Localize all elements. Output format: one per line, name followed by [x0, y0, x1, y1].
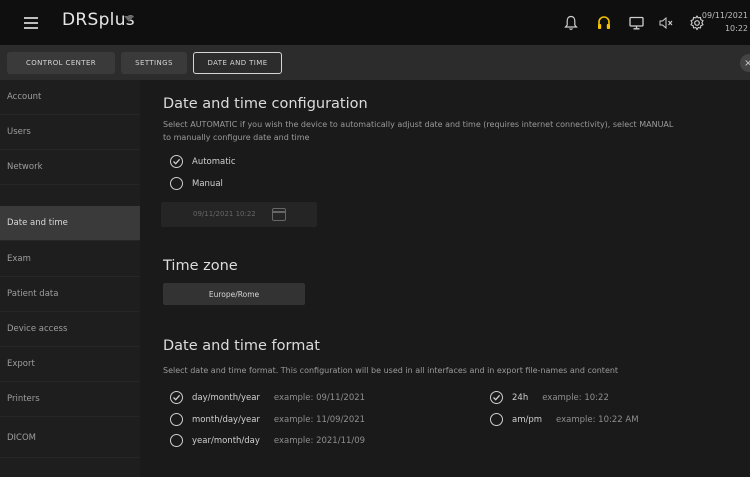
main-content: Date and time configuration Select AUTOM… — [140, 80, 750, 477]
radio-checked-icon[interactable] — [490, 391, 503, 404]
menu-icon[interactable] — [24, 14, 38, 29]
option-example: example: 10:22 AM — [556, 414, 639, 425]
option-example: example: 11/09/2021 — [273, 414, 366, 425]
radio-checked-icon[interactable] — [170, 391, 183, 404]
option-example: example: 10:22 — [542, 392, 609, 403]
option-example: example: 2021/11/09 — [273, 435, 366, 446]
tab-date-and-time[interactable]: DATE AND TIME — [193, 52, 282, 74]
option-automatic[interactable]: Automatic — [170, 155, 236, 168]
option-manual-label: Manual — [192, 178, 223, 189]
sidebar: Account Users Network Date and time Exam… — [0, 80, 140, 477]
sidebar-item-printers[interactable]: Printers — [0, 382, 140, 417]
option-example: example: 09/11/2021 — [273, 392, 366, 403]
sidebar-item-network[interactable]: Network — [0, 150, 140, 185]
volume-muted-icon[interactable] — [656, 12, 678, 34]
sidebar-item-date-and-time[interactable]: Date and time — [0, 206, 140, 241]
headset-icon[interactable] — [593, 12, 615, 34]
current-date: 09/11/2021 — [701, 11, 748, 20]
option-am-pm[interactable]: am/pm example: 10:22 AM — [490, 413, 639, 426]
format-description: Select date and time format. This config… — [163, 366, 619, 375]
option-label: day/month/year — [192, 392, 260, 403]
option-year-month-day[interactable]: year/month/day example: 2021/11/09 — [170, 434, 365, 447]
top-bar: DRSplus 09/11/2021 10:22 — [0, 0, 750, 45]
datetime-field[interactable]: 09/11/2021 10:22 — [161, 202, 317, 227]
clock: 09/11/2021 10:22 — [702, 9, 748, 35]
config-description-1: Select AUTOMATIC if you wish the device … — [163, 120, 674, 129]
tab-control-center[interactable]: CONTROL CENTER — [7, 52, 115, 74]
option-24h[interactable]: 24h example: 10:22 — [490, 391, 609, 404]
tab-bar: CONTROL CENTER SETTINGS DATE AND TIME × — [0, 45, 750, 80]
option-automatic-label: Automatic — [192, 156, 236, 167]
format-title: Date and time format — [163, 338, 320, 354]
tab-settings[interactable]: SETTINGS — [121, 52, 187, 74]
monitor-icon[interactable] — [625, 12, 647, 34]
bell-icon[interactable] — [560, 12, 582, 34]
calendar-icon[interactable] — [272, 208, 286, 221]
config-title: Date and time configuration — [163, 96, 368, 112]
radio-unchecked-icon[interactable] — [490, 413, 503, 426]
sidebar-item-device-access[interactable]: Device access — [0, 312, 140, 347]
sidebar-item-users[interactable]: Users — [0, 115, 140, 150]
timezone-select[interactable]: Europe/Rome — [163, 283, 305, 305]
radio-checked-icon[interactable] — [170, 155, 183, 168]
current-time: 10:22 — [724, 24, 748, 33]
option-label: am/pm — [512, 414, 543, 425]
timezone-title: Time zone — [163, 258, 238, 274]
radio-unchecked-icon[interactable] — [170, 177, 183, 190]
option-label: 24h — [512, 392, 529, 403]
option-label: year/month/day — [192, 435, 260, 446]
sidebar-item-dicom[interactable]: DICOM — [0, 418, 140, 458]
datetime-value: 09/11/2021 10:22 — [193, 210, 256, 218]
sidebar-item-account[interactable]: Account — [0, 80, 140, 115]
config-description-2: to manually configure date and time — [163, 133, 310, 142]
sidebar-item-export[interactable]: Export — [0, 347, 140, 382]
close-tab-button[interactable]: × — [740, 54, 750, 72]
radio-unchecked-icon[interactable] — [170, 413, 183, 426]
radio-unchecked-icon[interactable] — [170, 434, 183, 447]
chevron-down-icon[interactable] — [124, 16, 134, 22]
sidebar-item-patient-data[interactable]: Patient data — [0, 277, 140, 312]
sidebar-item-exam[interactable]: Exam — [0, 242, 140, 277]
option-day-month-year[interactable]: day/month/year example: 09/11/2021 — [170, 391, 365, 404]
option-label: month/day/year — [192, 414, 260, 425]
option-manual[interactable]: Manual — [170, 177, 223, 190]
option-month-day-year[interactable]: month/day/year example: 11/09/2021 — [170, 413, 365, 426]
